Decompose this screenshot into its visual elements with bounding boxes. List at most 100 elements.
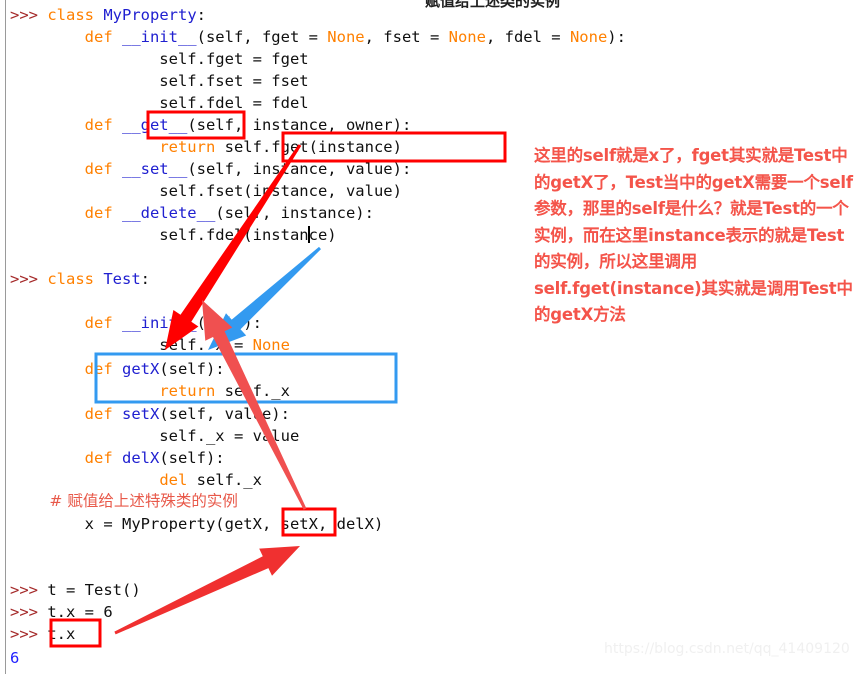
code-line: self.fdel = fdel xyxy=(10,92,309,114)
code-token-name: __get__ xyxy=(121,116,188,134)
code-token-prompt: >>> xyxy=(10,625,48,643)
code-line: return self._x xyxy=(10,380,290,402)
code-token-plain: (self, instance, owner): xyxy=(187,116,412,134)
code-token-plain: t.x xyxy=(47,625,76,643)
code-line: >>> t.x = 6 xyxy=(10,601,113,623)
code-token-plain: (self): xyxy=(159,360,225,378)
code-token-plain: self.fget(instance) xyxy=(224,138,402,156)
code-token-kw: def xyxy=(84,449,122,467)
code-line: self.fget = fget xyxy=(10,48,309,70)
code-token-kw: def xyxy=(84,360,122,378)
code-line: >>> class MyProperty: xyxy=(10,4,206,26)
code-token-name: __set__ xyxy=(121,160,188,178)
code-token-kw: None xyxy=(327,28,365,46)
code-editor-screenshot: 赋值给上述类的实例 >>> class MyProperty: def __in… xyxy=(0,0,859,674)
annotation-note-chinese: 这里的self就是x了，fget其实就是Test中的getX了，Test当中的g… xyxy=(534,146,853,324)
code-line: x = MyProperty(getX, setX, delX) xyxy=(10,513,384,535)
code-line: # 赋值给上述特殊类的实例 xyxy=(10,490,238,512)
code-token-kw: def xyxy=(84,28,122,46)
code-token-prompt: >>> xyxy=(10,603,48,621)
code-token-plain: self.fdel(instance) xyxy=(10,226,337,244)
code-token-name: __init__ xyxy=(121,28,197,46)
code-token-name: setX xyxy=(121,405,160,423)
code-token-plain: x = MyProperty(getX, setX, delX) xyxy=(10,515,384,533)
code-token-plain: : xyxy=(196,6,206,24)
code-token-kw: def xyxy=(84,314,122,332)
code-line: del self._x xyxy=(10,469,262,491)
code-token-prompt: >>> xyxy=(10,6,48,24)
code-token-kw: return xyxy=(159,138,225,156)
code-token-kw: def xyxy=(84,204,122,222)
code-line: def __init__(self, fget = None, fset = N… xyxy=(10,26,626,48)
code-token-plain: t.x = 6 xyxy=(47,603,113,621)
code-token-kw: del xyxy=(159,471,197,489)
code-line: 6 xyxy=(10,647,19,669)
text-caret xyxy=(308,226,310,243)
code-token-plain: self._x = value xyxy=(10,427,300,445)
code-token-plain: self._x = xyxy=(10,336,253,354)
code-token-prompt: >>> xyxy=(10,270,48,288)
code-line: def __set__(self, instance, value): xyxy=(10,158,412,180)
code-token-plain: (self, instance): xyxy=(215,204,374,222)
code-token-kw: class xyxy=(47,6,104,24)
code-line: self.fset = fset xyxy=(10,70,309,92)
code-token-kw: None xyxy=(448,28,486,46)
code-token-name: delX xyxy=(121,449,160,467)
code-text-area[interactable]: >>> class MyProperty: def __init__(self,… xyxy=(0,0,859,674)
code-token-plain: t = Test() xyxy=(47,581,141,599)
code-line: self._x = value xyxy=(10,425,299,447)
code-token-kw: return xyxy=(159,382,225,400)
code-token-plain: , fset = xyxy=(364,28,449,46)
watermark-url: https://blog.csdn.net/qq_41409120 xyxy=(604,641,850,657)
code-token-plain: : xyxy=(140,270,150,288)
code-line: >>> class Test: xyxy=(10,268,150,290)
code-line: self.fdel(instance) xyxy=(10,224,337,246)
code-token-kw: None xyxy=(569,28,608,46)
code-line: def __delete__(self, instance): xyxy=(10,202,374,224)
code-token-kw: def xyxy=(84,116,122,134)
code-line: self.fset(instance, value) xyxy=(10,180,402,202)
code-token-plain: , fdel = xyxy=(485,28,570,46)
code-token-comment: # 赋值给上述特殊类的实例 xyxy=(10,492,238,510)
code-token-kw: class xyxy=(47,270,104,288)
code-line: def __get__(self, instance, owner): xyxy=(10,114,412,136)
code-token-kw: None xyxy=(252,336,290,354)
code-token-name: __init__ xyxy=(121,314,197,332)
code-token-kw: def xyxy=(84,160,122,178)
code-line: >>> t = Test() xyxy=(10,579,141,601)
code-token-kw: def xyxy=(84,405,122,423)
code-token-plain: (self): xyxy=(196,314,262,332)
code-token-name: MyProperty xyxy=(103,6,197,24)
code-line: >>> t.x xyxy=(10,623,75,645)
code-token-plain: self.fget = fget xyxy=(10,50,309,68)
code-token-plain: self.fset(instance, value) xyxy=(10,182,402,200)
code-token-name: getX xyxy=(121,360,160,378)
code-token-plain: (self, fget = xyxy=(196,28,328,46)
code-token-name: __delete__ xyxy=(121,204,216,222)
code-token-plain: self._x xyxy=(224,382,290,400)
code-token-plain: self._x xyxy=(196,471,262,489)
code-token-plain: (self): xyxy=(159,449,225,467)
code-line: def getX(self): xyxy=(10,358,225,380)
code-token-plain: (self, value): xyxy=(159,405,290,423)
code-token-plain: self.fset = fset xyxy=(10,72,309,90)
code-line: def delX(self): xyxy=(10,447,225,469)
code-line: self._x = None xyxy=(10,334,290,356)
code-token-out: 6 xyxy=(10,649,20,667)
code-token-prompt: >>> xyxy=(10,581,48,599)
code-token-plain: (self, instance, value): xyxy=(187,160,412,178)
code-token-plain: ): xyxy=(607,28,626,46)
code-token-plain: self.fdel = fdel xyxy=(10,94,309,112)
code-line: def setX(self, value): xyxy=(10,403,290,425)
